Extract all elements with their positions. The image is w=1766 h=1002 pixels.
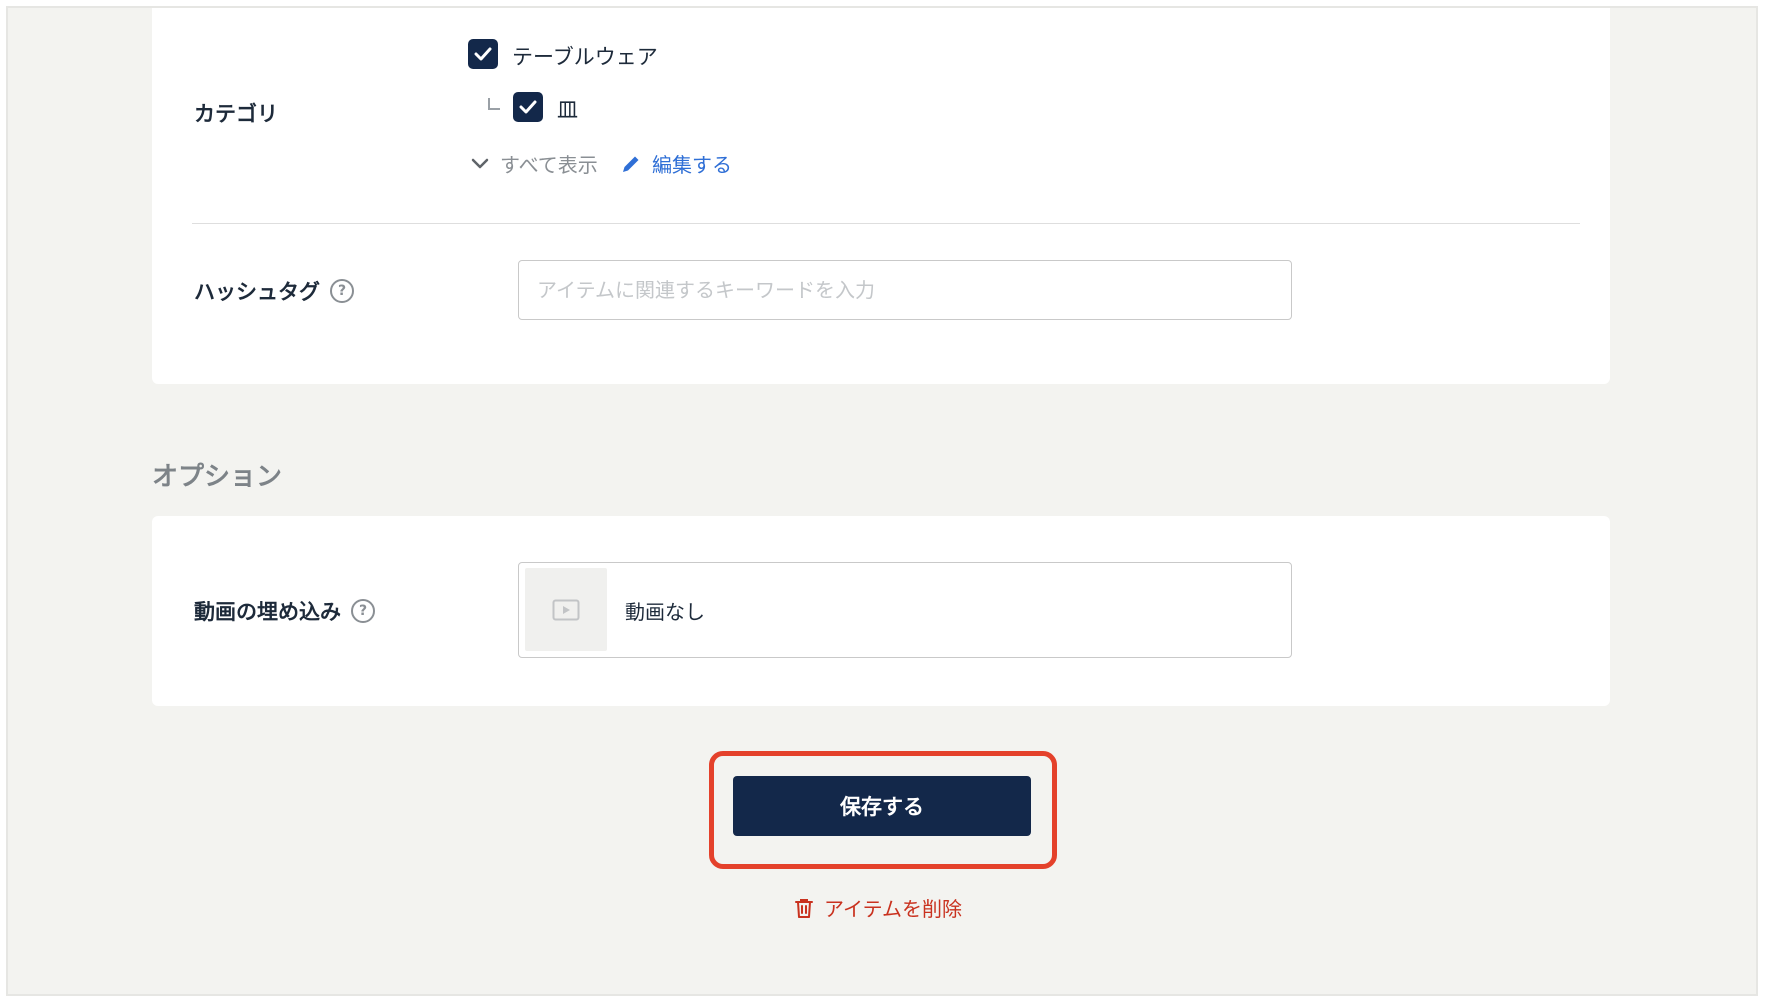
- options-card: 動画の埋め込み ? 動画なし: [152, 516, 1610, 706]
- edit-category-link[interactable]: 編集する: [620, 149, 732, 178]
- item-details-card: カテゴリ テーブルウェア 皿 すべて表示 編集する ハッシュタグ ? アイテムに…: [152, 8, 1610, 384]
- tree-branch-icon: [488, 98, 500, 110]
- checkmark-icon: [519, 100, 537, 114]
- category-checkbox-plate[interactable]: [513, 92, 543, 122]
- save-button[interactable]: 保存する: [733, 776, 1031, 836]
- divider: [192, 223, 1580, 224]
- video-embed-label: 動画の埋め込み ?: [194, 596, 375, 626]
- edit-category-label: 編集する: [652, 153, 732, 177]
- video-icon: [552, 599, 580, 620]
- hashtag-label: ハッシュタグ ?: [194, 276, 354, 306]
- show-all-label: すべて表示: [500, 153, 598, 177]
- pencil-icon: [623, 156, 639, 172]
- category-item-plate-label: 皿: [557, 98, 578, 122]
- category-label-text: カテゴリ: [194, 102, 278, 126]
- delete-item-label: アイテムを削除: [824, 897, 962, 921]
- video-embed-label-text: 動画の埋め込み: [194, 600, 341, 624]
- chevron-down-icon: [471, 158, 489, 168]
- hashtag-label-text: ハッシュタグ: [194, 280, 320, 304]
- video-thumbnail: [525, 568, 607, 651]
- video-embed-field[interactable]: 動画なし: [518, 562, 1292, 658]
- page: カテゴリ テーブルウェア 皿 すべて表示 編集する ハッシュタグ ? アイテムに…: [6, 6, 1758, 996]
- category-label: カテゴリ: [194, 98, 278, 128]
- question-circle-icon[interactable]: ?: [330, 279, 354, 303]
- category-checkbox-tableware[interactable]: [468, 39, 498, 69]
- trash-icon: [795, 898, 813, 918]
- options-heading: オプション: [152, 462, 283, 492]
- checkmark-icon: [474, 47, 492, 61]
- show-all-button[interactable]: すべて表示: [470, 149, 598, 178]
- hashtag-input[interactable]: [518, 260, 1292, 320]
- video-status: 動画なし: [625, 600, 705, 624]
- category-item-tableware-label: テーブルウェア: [512, 45, 658, 69]
- delete-item-link[interactable]: アイテムを削除: [794, 893, 962, 922]
- question-circle-icon[interactable]: ?: [351, 599, 375, 623]
